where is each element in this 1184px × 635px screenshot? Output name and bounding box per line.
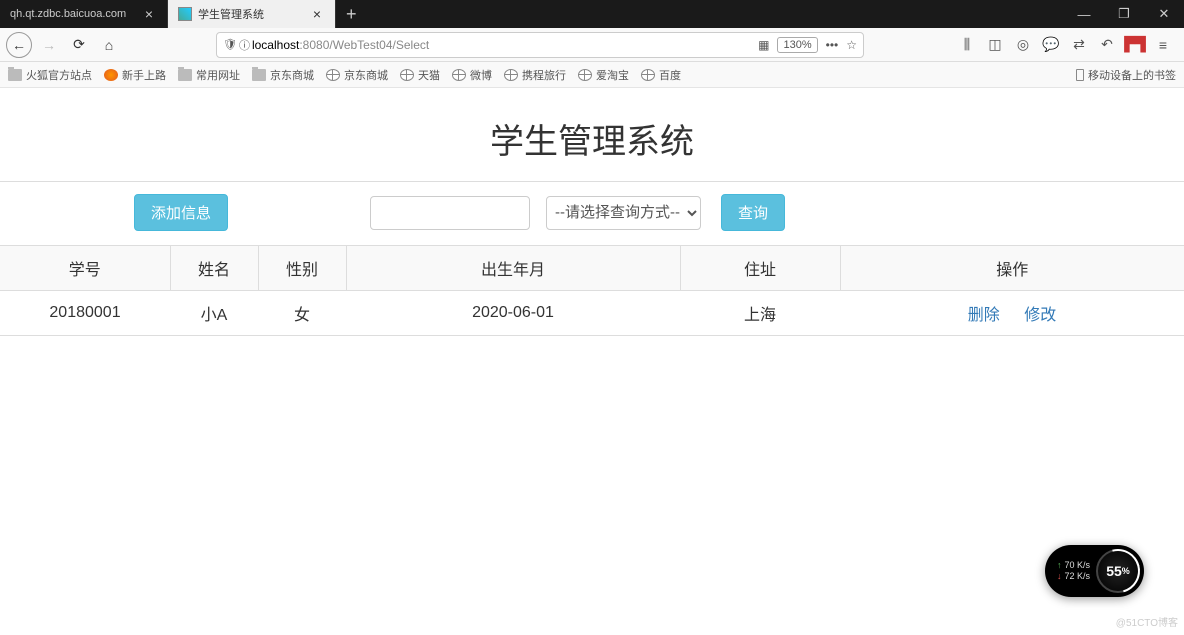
shield-icon: 🛡 xyxy=(223,38,237,51)
network-widget[interactable]: ↑70 K/s ↓72 K/s 55% xyxy=(1045,545,1144,597)
cell-ops: 删除 修改 xyxy=(840,291,1184,336)
zoom-level[interactable]: 130% xyxy=(777,37,817,53)
library-icon[interactable]: ⫼ xyxy=(958,36,976,54)
browser-tab-bar: qh.qt.zdbc.baicuoa.com × 学生管理系统 × + — ❐ … xyxy=(0,0,1184,28)
net-stats: ↑70 K/s ↓72 K/s xyxy=(1057,560,1090,582)
watermark: @51CTO博客 xyxy=(1116,614,1178,629)
cell-name: 小A xyxy=(170,291,258,336)
delete-link[interactable]: 删除 xyxy=(968,307,1000,324)
students-table: 学号 姓名 性别 出生年月 住址 操作 20180001 小A 女 2020-0… xyxy=(0,246,1184,336)
cell-addr: 上海 xyxy=(680,291,840,336)
bookmark-item[interactable]: 携程旅行 xyxy=(504,67,566,83)
bookmark-item[interactable]: 微博 xyxy=(452,67,492,83)
new-tab-button[interactable]: + xyxy=(336,4,367,25)
chat-icon[interactable]: 💬 xyxy=(1042,36,1060,54)
add-button[interactable]: 添加信息 xyxy=(134,194,228,231)
bookmark-item[interactable]: 天猫 xyxy=(400,67,440,83)
cell-dob: 2020-06-01 xyxy=(346,291,680,336)
page-content: 学生管理系统 添加信息 --请选择查询方式-- 查询 学号 姓名 性别 出生年月… xyxy=(0,88,1184,336)
url-text: localhost:8080/WebTest04/Select xyxy=(252,38,758,52)
forward-button[interactable]: → xyxy=(36,32,62,58)
header-addr: 住址 xyxy=(680,246,840,291)
bookmark-item[interactable]: 爱淘宝 xyxy=(578,67,629,83)
edit-link[interactable]: 修改 xyxy=(1024,307,1056,324)
minimize-button[interactable]: — xyxy=(1064,0,1104,28)
cell-gender: 女 xyxy=(258,291,346,336)
address-bar[interactable]: 🛡 ⓘ localhost:8080/WebTest04/Select ▦ 13… xyxy=(216,32,864,58)
extensions-icon[interactable]: ▛▜ xyxy=(1126,36,1144,54)
back-button[interactable]: ← xyxy=(6,32,32,58)
tab-title: qh.qt.zdbc.baicuoa.com xyxy=(10,8,126,20)
close-window-button[interactable]: ✕ xyxy=(1144,0,1184,28)
bookmarks-bar: 火狐官方站点 新手上路 常用网址 京东商城 京东商城 天猫 微博 携程旅行 爱淘… xyxy=(0,62,1184,88)
qr-icon[interactable]: ▦ xyxy=(758,38,769,52)
search-button[interactable]: 查询 xyxy=(721,194,785,231)
account-icon[interactable]: ◎ xyxy=(1014,36,1032,54)
page-title: 学生管理系统 xyxy=(0,88,1184,181)
more-icon[interactable]: ••• xyxy=(826,38,839,52)
info-icon: ⓘ xyxy=(239,37,250,53)
header-id: 学号 xyxy=(0,246,170,291)
close-icon[interactable]: × xyxy=(141,6,157,22)
header-gender: 性别 xyxy=(258,246,346,291)
bookmark-star-icon[interactable]: ☆ xyxy=(846,38,857,52)
bookmark-item[interactable]: 新手上路 xyxy=(104,67,166,83)
browser-nav-bar: ← → ⟳ ⌂ 🛡 ⓘ localhost:8080/WebTest04/Sel… xyxy=(0,28,1184,62)
share-icon[interactable]: ⇄ xyxy=(1070,36,1088,54)
search-input[interactable] xyxy=(370,196,530,230)
mobile-bookmarks[interactable]: 移动设备上的书签 xyxy=(1076,67,1176,83)
sidebar-icon[interactable]: ◫ xyxy=(986,36,1004,54)
header-ops: 操作 xyxy=(840,246,1184,291)
window-controls: — ❐ ✕ xyxy=(1064,0,1184,28)
usage-gauge: 55% xyxy=(1096,549,1140,593)
header-name: 姓名 xyxy=(170,246,258,291)
reload-button[interactable]: ⟳ xyxy=(66,32,92,58)
tab-title: 学生管理系统 xyxy=(198,6,264,22)
bookmark-item[interactable]: 京东商城 xyxy=(252,67,314,83)
bookmark-item[interactable]: 百度 xyxy=(641,67,681,83)
maximize-button[interactable]: ❐ xyxy=(1104,0,1144,28)
home-button[interactable]: ⌂ xyxy=(96,32,122,58)
toolbar-icons: ⫼ ◫ ◎ 💬 ⇄ ↶ ▛▜ ≡ xyxy=(958,36,1178,54)
bookmark-item[interactable]: 火狐官方站点 xyxy=(8,67,92,83)
browser-tab-1[interactable]: 学生管理系统 × xyxy=(168,0,336,28)
cell-id: 20180001 xyxy=(0,291,170,336)
browser-tab-0[interactable]: qh.qt.zdbc.baicuoa.com × xyxy=(0,0,168,28)
bookmark-item[interactable]: 京东商城 xyxy=(326,67,388,83)
bookmark-item[interactable]: 常用网址 xyxy=(178,67,240,83)
undo-icon[interactable]: ↶ xyxy=(1098,36,1116,54)
close-icon[interactable]: × xyxy=(309,6,325,22)
menu-icon[interactable]: ≡ xyxy=(1154,36,1172,54)
table-row: 20180001 小A 女 2020-06-01 上海 删除 修改 xyxy=(0,291,1184,336)
controls-row: 添加信息 --请选择查询方式-- 查询 xyxy=(0,181,1184,246)
upload-icon: ↑ xyxy=(1057,560,1062,571)
download-icon: ↓ xyxy=(1057,571,1062,582)
search-mode-select[interactable]: --请选择查询方式-- xyxy=(546,196,701,230)
favicon-icon xyxy=(178,7,192,21)
table-header-row: 学号 姓名 性别 出生年月 住址 操作 xyxy=(0,246,1184,291)
header-dob: 出生年月 xyxy=(346,246,680,291)
